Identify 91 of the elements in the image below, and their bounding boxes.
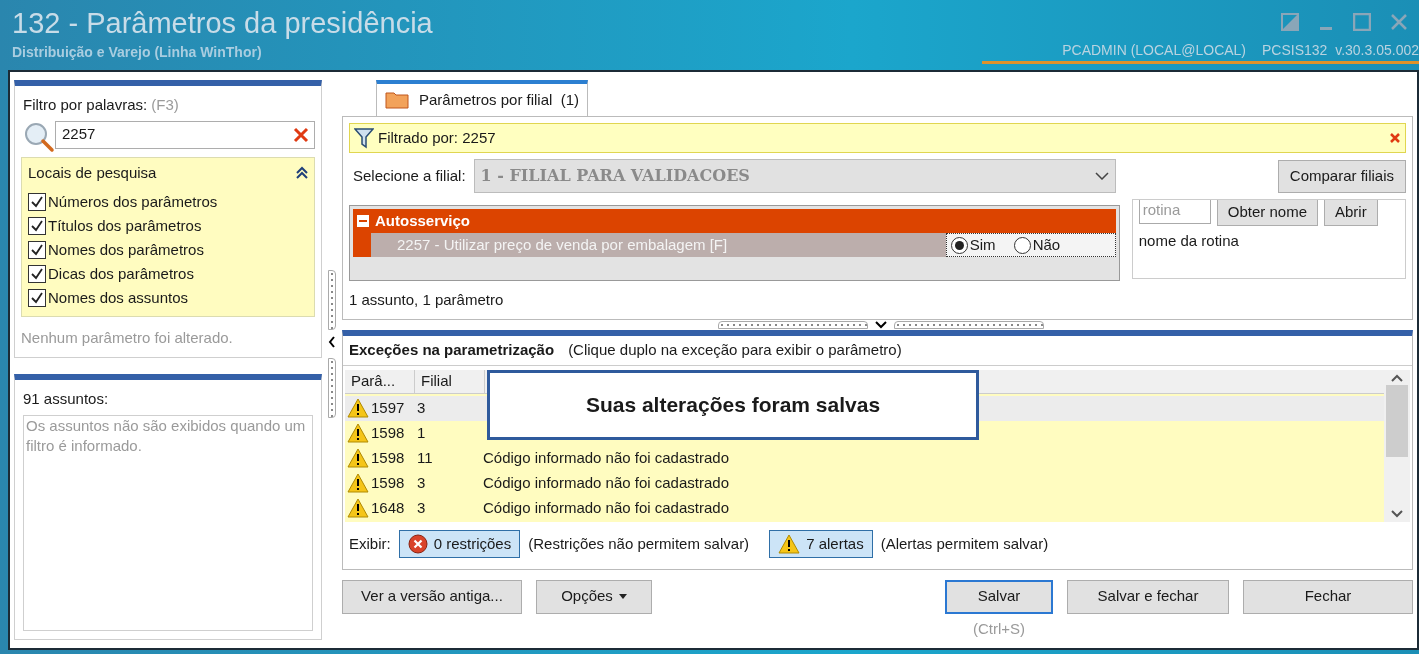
checkbox[interactable] (28, 241, 46, 259)
checkbox[interactable] (28, 265, 46, 283)
table-cell-text: 3 (416, 473, 427, 494)
caret-icon (618, 594, 627, 599)
exceptions-hint: (Clique duplo na exceção para exibir o parâmetro) (568, 340, 902, 361)
warning-icon (347, 423, 369, 444)
shortcut-hint: (Ctrl+S) (972, 618, 1026, 639)
funnel-icon (354, 127, 374, 149)
filter-text: Filtrado por: 2257 (378, 127, 497, 148)
checkbox-label[interactable]: Números dos parâmetros (48, 190, 218, 214)
routine-button[interactable]: Obter nome (1216, 200, 1318, 226)
filter-label: Filtro por palavras: (23, 95, 148, 115)
routine-name: nome da rotina (1138, 231, 1240, 251)
warning-icon (347, 473, 369, 494)
warning-icon (778, 533, 801, 554)
routine-button[interactable]: Abrir (1324, 200, 1378, 226)
collapse-icon[interactable] (357, 215, 369, 227)
search-field[interactable]: 2257 (55, 120, 315, 149)
compare-button[interactable]: Comparar filiais (1277, 159, 1406, 193)
warning-icon (347, 398, 369, 419)
filter-note: (Restrições não permitem salvar) (528, 533, 750, 554)
chevron-down-icon[interactable] (874, 321, 888, 330)
saved-toast: Suas alterações foram salvas (487, 369, 979, 440)
table-cell-text: 11 (416, 448, 434, 469)
show-label: Exibir: (349, 533, 391, 554)
table-cell-text: 1598 (371, 473, 405, 494)
subjects-list: Os assuntos não são exibidos quando um filtro é informado. (23, 414, 313, 631)
checkbox-label[interactable]: Nomes dos parâmetros (48, 238, 204, 262)
group-title: Autosserviço (375, 210, 471, 231)
scroll-down-icon[interactable] (1391, 509, 1403, 518)
table-cell-text: 1598 (371, 423, 405, 444)
scroll-up-icon[interactable] (1391, 373, 1403, 382)
radio-option[interactable]: Sim (950, 233, 996, 257)
branch-label: Selecione a filial: (353, 165, 466, 186)
table-cell-text: 1597 (371, 398, 405, 419)
checkbox-label[interactable]: Dicas dos parâmetros (48, 262, 194, 286)
tab[interactable]: Parâmetros por filial (1) (376, 80, 589, 116)
exceptions-title: Exceções na parametrização (349, 340, 555, 361)
splitter-handle[interactable] (328, 358, 336, 418)
warning-icon (347, 448, 369, 469)
window-subtitle: Distribuição e Varejo (Linha WinThor) (12, 43, 263, 62)
clear-icon[interactable] (293, 126, 309, 143)
checkbox-label[interactable]: Nomes dos assuntos (48, 286, 189, 310)
collapse-left-icon[interactable] (328, 336, 336, 348)
version-label: PCSIS132 v.30.3.05.002 (1262, 41, 1419, 60)
table-cell-text: Código informado não foi cadastrado (483, 448, 729, 469)
checkbox-label[interactable]: Títulos dos parâmetros (48, 214, 202, 238)
clear-filter-icon[interactable] (1389, 132, 1401, 144)
error-icon (407, 533, 428, 554)
table-cell-text: 3 (416, 398, 427, 419)
radio-option[interactable]: Não (1013, 233, 1061, 257)
checkbox[interactable] (28, 217, 46, 235)
table-cell-text: 3 (416, 498, 427, 519)
scrollbar[interactable] (1384, 369, 1410, 522)
subjects-count: 91 assuntos: (23, 389, 110, 409)
shortcut-hint: (F3) (151, 95, 179, 115)
action-button[interactable]: Salvar (945, 579, 1053, 614)
filter-note: (Alertas permitem salvar) (880, 533, 1049, 554)
table-cell-text: Código informado não foi cadastrado (483, 498, 729, 519)
table-row[interactable]: 1598 3 Código informado não foi cadastrado (345, 470, 1384, 496)
section-title: Locais de pesquisa (28, 162, 157, 183)
table-row[interactable]: 1598 11 Código informado não foi cadastrado (345, 445, 1384, 471)
action-button[interactable]: Opções (536, 579, 652, 614)
chevron-down-icon (1094, 172, 1109, 180)
filter-toggle[interactable]: 0 restrições (398, 529, 521, 558)
group-header[interactable]: Autosserviço (353, 209, 1116, 233)
parameter-row[interactable]: 2257 - Utilizar preço de venda por embalagem [F] Sim Não (371, 233, 1116, 257)
column-header[interactable]: Filial (415, 369, 485, 393)
warning-icon (347, 498, 369, 519)
collapse-icon[interactable] (296, 165, 308, 180)
action-button[interactable]: Fechar (1243, 579, 1413, 614)
action-button[interactable]: Ver a versão antiga... (342, 579, 522, 614)
checkbox[interactable] (28, 289, 46, 307)
user-label: PCADMIN (LOCAL@LOCAL) (1062, 41, 1247, 60)
table-cell-text: 1 (416, 423, 427, 444)
search-icon (23, 120, 55, 153)
table-cell-text: 1598 (371, 448, 405, 469)
table-row[interactable]: 1648 3 Código informado não foi cadastrado (345, 495, 1384, 521)
checkbox[interactable] (28, 193, 46, 211)
status-text: Nenhum parâmetro foi alterado. (21, 328, 234, 348)
table-cell-text: Código informado não foi cadastrado (483, 473, 729, 494)
column-header[interactable]: Parâ... (345, 369, 415, 393)
splitter-handle[interactable] (718, 321, 868, 330)
splitter-handle[interactable] (328, 270, 336, 330)
filter-toggle[interactable]: 7 alertas (769, 529, 873, 558)
window-title: 132 - Parâmetros da presidência (12, 6, 433, 41)
table-cell-text: 1648 (371, 498, 405, 519)
summary-text: 1 assunto, 1 parâmetro (349, 290, 505, 310)
splitter-handle[interactable] (894, 321, 1044, 330)
action-button[interactable]: Salvar e fechar (1067, 579, 1229, 614)
folder-icon (385, 91, 409, 109)
